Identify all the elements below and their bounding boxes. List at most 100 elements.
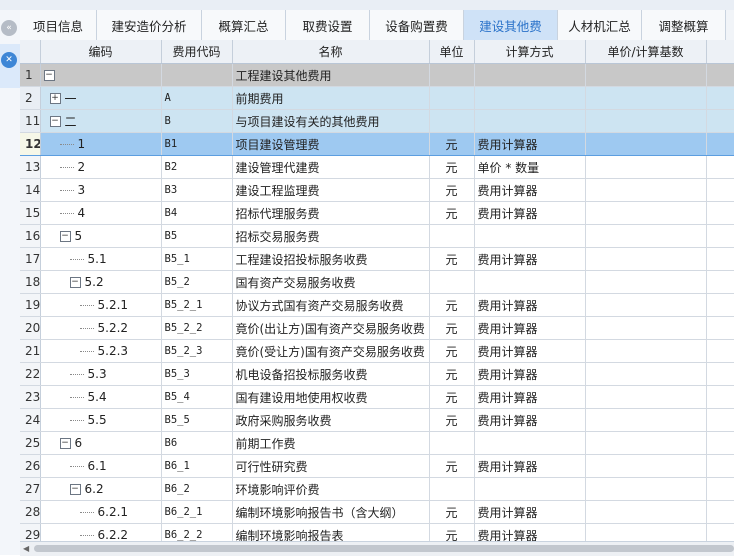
extra-cell[interactable] <box>706 63 734 87</box>
table-row[interactable]: 23 5.4 B5_4 国有建设用地使用权收费元费用计算器 <box>20 385 734 409</box>
method-cell[interactable] <box>474 431 586 455</box>
tab-4[interactable]: 设备购置费 <box>370 10 464 40</box>
name-cell[interactable]: 环境影响评价费 <box>232 477 430 501</box>
table-row[interactable]: 21 5.2.3 B5_2_3 竟价(受让方)国有资产交易服务收费元费用计算器 <box>20 339 734 363</box>
collapse-icon[interactable]: − <box>59 230 71 242</box>
code-cell[interactable]: 5.2.1 <box>40 293 162 317</box>
method-cell[interactable]: 费用计算器 <box>474 201 586 225</box>
method-cell[interactable]: 费用计算器 <box>474 339 586 363</box>
table-row[interactable]: 12 1 B1项目建设管理费元费用计算器 <box>20 132 734 156</box>
name-cell[interactable]: 建设工程监理费 <box>232 178 430 202</box>
name-cell[interactable]: 协议方式国有资产交易服务收费 <box>232 293 430 317</box>
column-header-name[interactable]: 名称 <box>232 40 430 64</box>
code-cell[interactable]: 5.5 <box>40 408 162 432</box>
code-cell[interactable]: 6.1 <box>40 454 162 478</box>
unit-cell[interactable] <box>429 86 475 110</box>
name-cell[interactable]: 政府采购服务收费 <box>232 408 430 432</box>
price-base-cell[interactable] <box>585 362 707 386</box>
table-row[interactable]: 19 5.2.1 B5_2_1 协议方式国有资产交易服务收费元费用计算器 <box>20 293 734 317</box>
unit-cell[interactable]: 元 <box>429 339 475 363</box>
table-row[interactable]: 2 + 一 A 前期费用 <box>20 86 734 110</box>
price-base-cell[interactable] <box>585 201 707 225</box>
collapse-icon[interactable]: − <box>69 483 81 495</box>
extra-cell[interactable] <box>706 523 734 541</box>
extra-cell[interactable] <box>706 224 734 248</box>
code-cell[interactable]: −5 <box>40 224 162 248</box>
unit-cell[interactable]: 元 <box>429 155 475 179</box>
table-row[interactable]: 17 5.1 B5_1 工程建设招投标服务收费元费用计算器 <box>20 247 734 271</box>
price-base-cell[interactable] <box>585 500 707 524</box>
extra-cell[interactable] <box>706 385 734 409</box>
method-cell[interactable]: 费用计算器 <box>474 385 586 409</box>
fee-code-cell[interactable]: B5_2_1 <box>161 293 233 317</box>
method-cell[interactable]: 费用计算器 <box>474 293 586 317</box>
name-cell[interactable]: 国有资产交易服务收费 <box>232 270 430 294</box>
expand-icon[interactable]: + <box>49 92 61 104</box>
fee-code-cell[interactable]: B5_2_2 <box>161 316 233 340</box>
unit-cell[interactable] <box>429 224 475 248</box>
code-cell[interactable]: −6.2 <box>40 477 162 501</box>
unit-cell[interactable]: 元 <box>429 201 475 225</box>
scrollbar-thumb[interactable] <box>34 545 734 552</box>
fee-code-cell[interactable]: B2 <box>161 155 233 179</box>
unit-cell[interactable]: 元 <box>429 385 475 409</box>
table-row[interactable]: 26 6.1 B6_1 可行性研究费元费用计算器 <box>20 454 734 478</box>
tab-7[interactable]: 调整概算 <box>642 10 726 40</box>
unit-cell[interactable] <box>429 270 475 294</box>
name-cell[interactable]: 可行性研究费 <box>232 454 430 478</box>
scroll-left-icon[interactable]: ◀ <box>23 544 29 553</box>
code-cell[interactable]: 5.2.3 <box>40 339 162 363</box>
method-cell[interactable] <box>474 109 586 133</box>
unit-cell[interactable]: 元 <box>429 247 475 271</box>
tab-3[interactable]: 取费设置 <box>286 10 370 40</box>
price-base-cell[interactable] <box>585 477 707 501</box>
fee-code-cell[interactable]: B6_2 <box>161 477 233 501</box>
fee-code-cell[interactable]: B5 <box>161 224 233 248</box>
extra-cell[interactable] <box>706 408 734 432</box>
method-cell[interactable]: 费用计算器 <box>474 408 586 432</box>
table-row[interactable]: 20 5.2.2 B5_2_2 竟价(出让方)国有资产交易服务收费元费用计算器 <box>20 316 734 340</box>
code-cell[interactable]: 6.2.2 <box>40 523 162 541</box>
price-base-cell[interactable] <box>585 385 707 409</box>
name-cell[interactable]: 编制环境影响报告表 <box>232 523 430 541</box>
name-cell[interactable]: 编制环境影响报告书（含大纲） <box>232 500 430 524</box>
extra-cell[interactable] <box>706 454 734 478</box>
extra-cell[interactable] <box>706 201 734 225</box>
column-header-unit[interactable]: 单位 <box>429 40 475 64</box>
table-row[interactable]: 11− 二 B 与项目建设有关的其他费用 <box>20 109 734 133</box>
tab-6[interactable]: 人材机汇总 <box>558 10 642 40</box>
code-cell[interactable]: 5.2.2 <box>40 316 162 340</box>
extra-cell[interactable] <box>706 178 734 202</box>
name-cell[interactable]: 国有建设用地使用权收费 <box>232 385 430 409</box>
name-cell[interactable]: 建设管理代建费 <box>232 155 430 179</box>
table-row[interactable]: 13 2 B2 建设管理代建费元单价 * 数量 <box>20 155 734 179</box>
fee-code-cell[interactable]: B5_3 <box>161 362 233 386</box>
collapse-icon[interactable]: − <box>49 115 61 127</box>
code-cell[interactable]: 4 <box>40 201 162 225</box>
price-base-cell[interactable] <box>585 247 707 271</box>
tab-5[interactable]: 建设其他费 <box>464 10 558 40</box>
fee-code-cell[interactable]: B <box>161 109 233 133</box>
price-base-cell[interactable] <box>585 316 707 340</box>
tab-0[interactable]: 项目信息 <box>20 10 97 40</box>
price-base-cell[interactable] <box>585 109 707 133</box>
column-header-price-base[interactable]: 单价/计算基数 <box>585 40 707 64</box>
table-row[interactable]: 14 3 B3 建设工程监理费元费用计算器 <box>20 178 734 202</box>
price-base-cell[interactable] <box>585 155 707 179</box>
code-cell[interactable]: 5.3 <box>40 362 162 386</box>
unit-cell[interactable]: 元 <box>429 132 475 156</box>
unit-cell[interactable]: 元 <box>429 178 475 202</box>
fee-code-cell[interactable]: B6 <box>161 431 233 455</box>
name-cell[interactable]: 与项目建设有关的其他费用 <box>232 109 430 133</box>
code-cell[interactable]: 2 <box>40 155 162 179</box>
code-cell[interactable]: + 一 <box>40 86 162 110</box>
code-cell[interactable]: −5.2 <box>40 270 162 294</box>
name-cell[interactable]: 前期费用 <box>232 86 430 110</box>
unit-cell[interactable]: 元 <box>429 293 475 317</box>
price-base-cell[interactable] <box>585 339 707 363</box>
collapse-icon[interactable]: − <box>59 437 71 449</box>
method-cell[interactable]: 费用计算器 <box>474 316 586 340</box>
price-base-cell[interactable] <box>585 454 707 478</box>
extra-cell[interactable] <box>706 362 734 386</box>
method-cell[interactable]: 费用计算器 <box>474 454 586 478</box>
